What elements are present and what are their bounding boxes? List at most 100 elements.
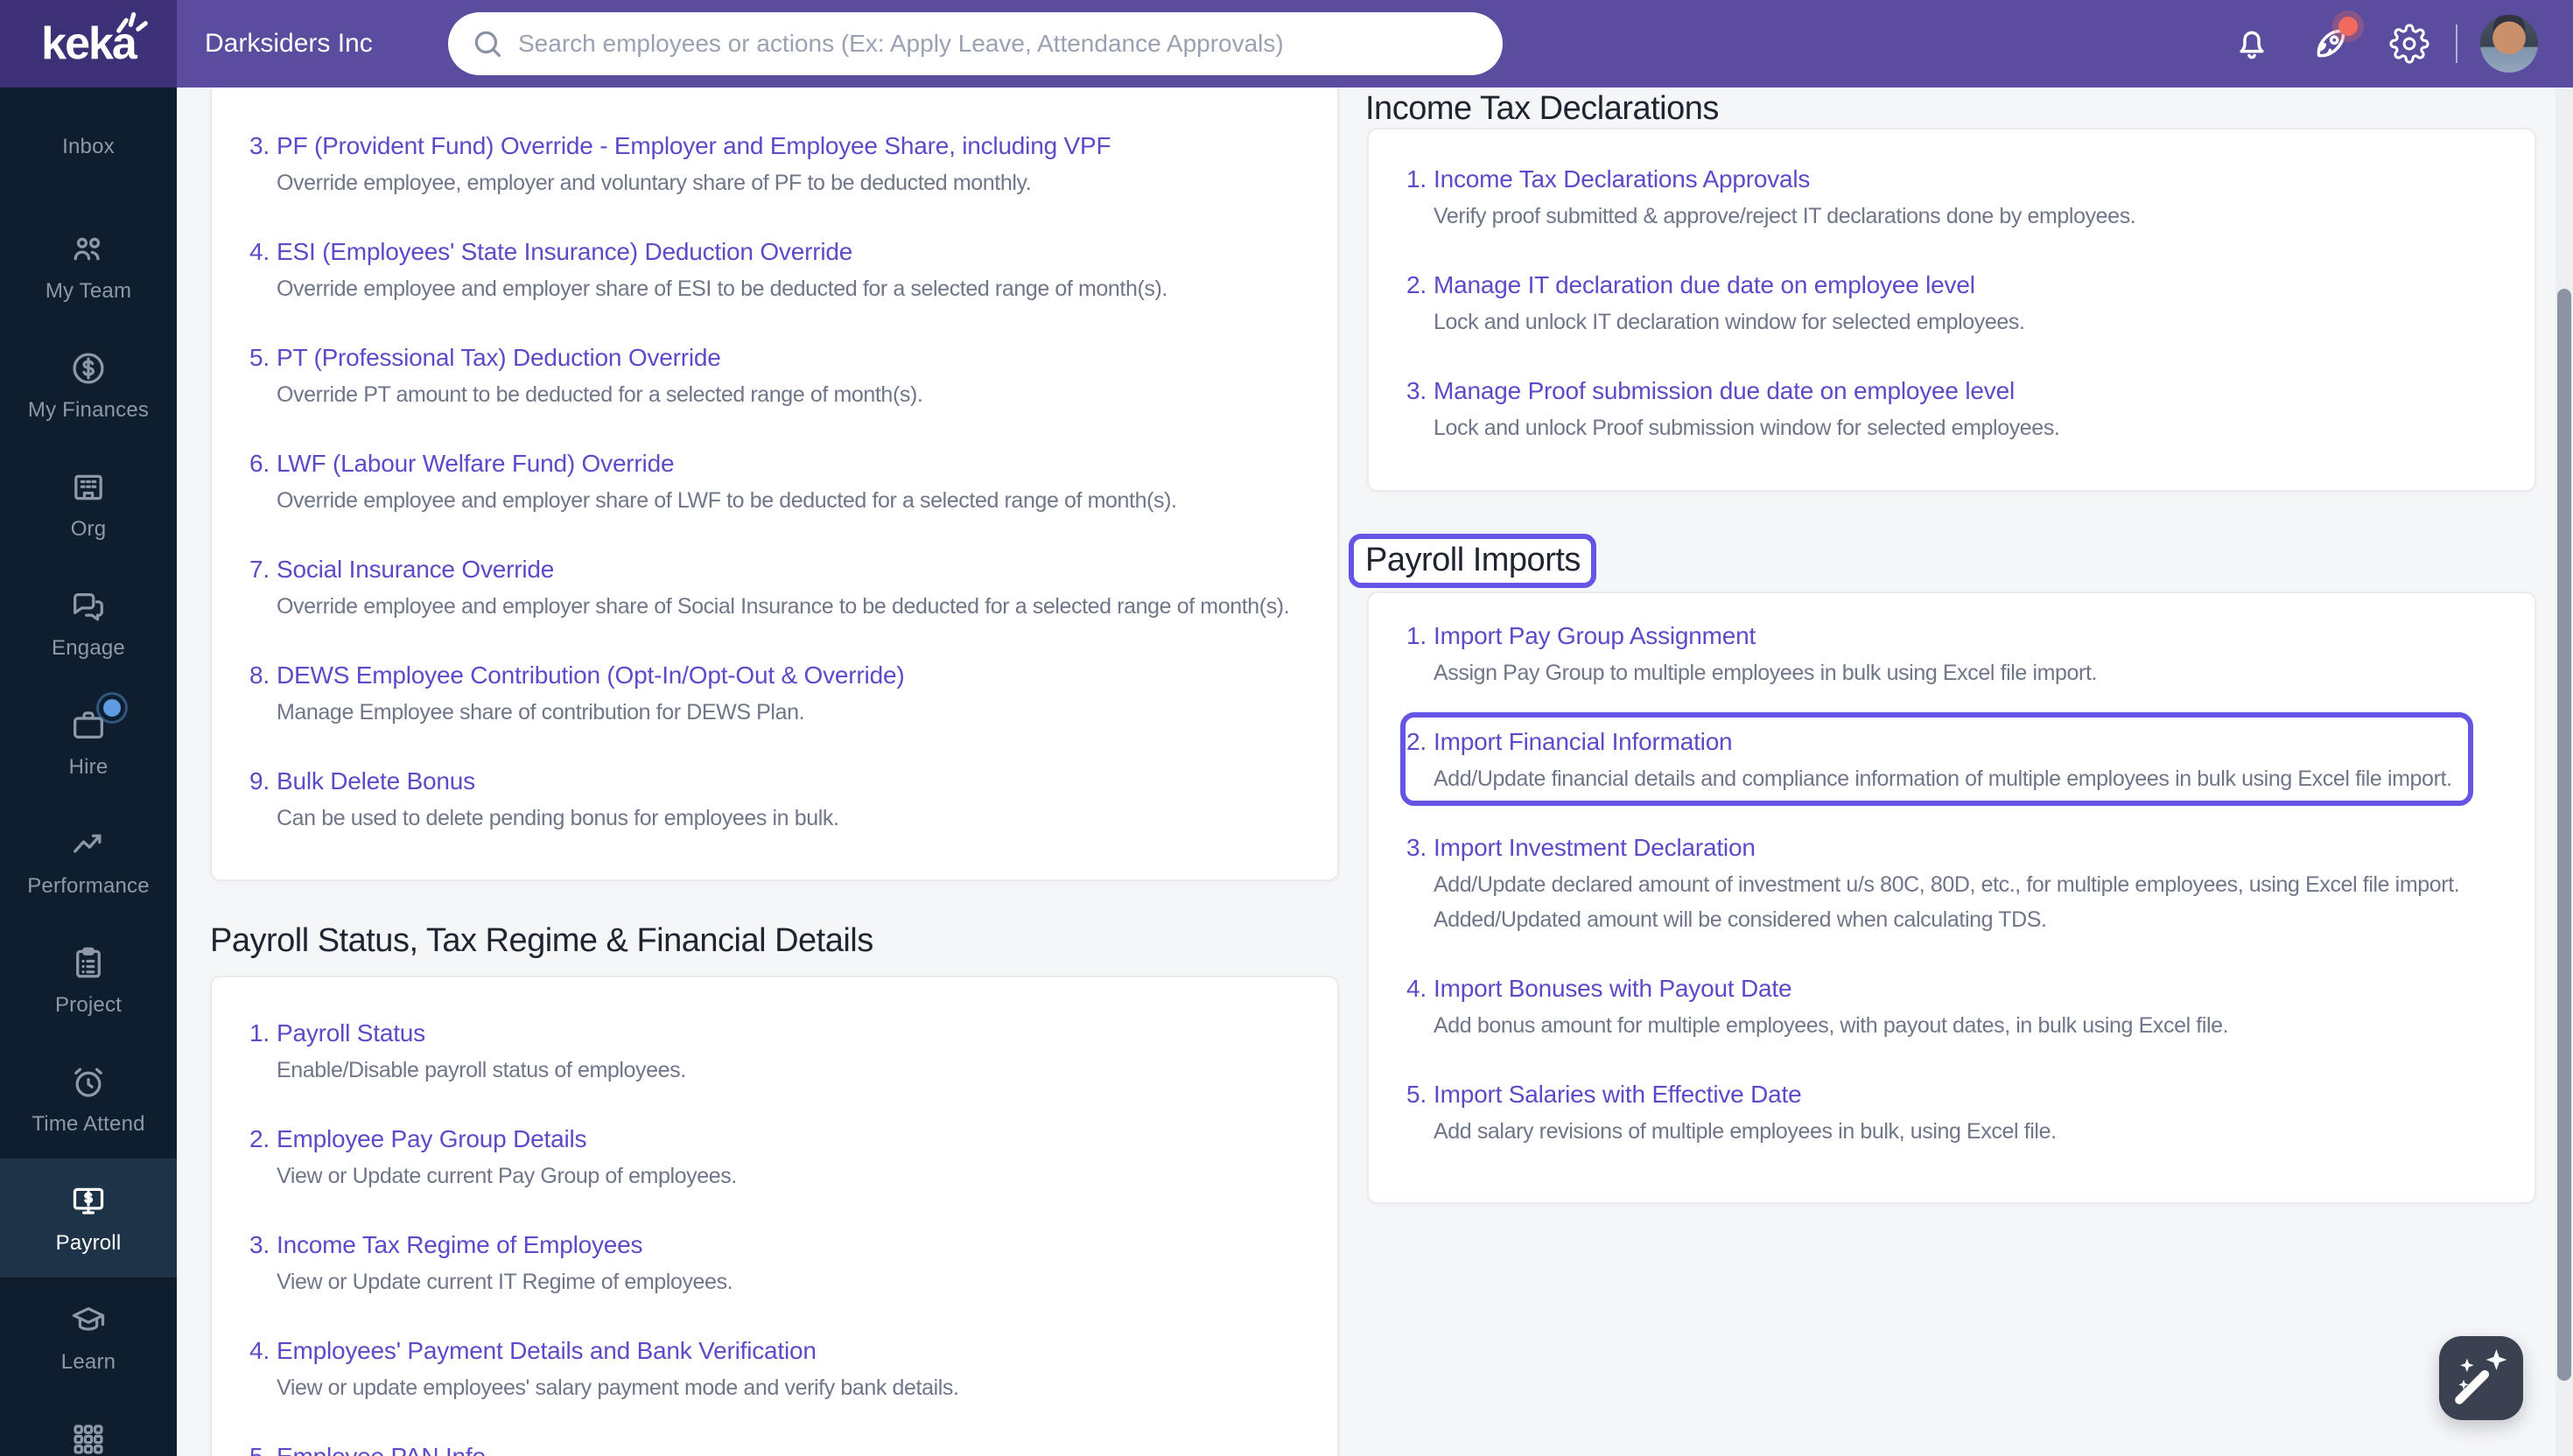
- item-link[interactable]: Employee Pay Group Details: [277, 1124, 586, 1154]
- item-description: Lock and unlock IT declaration window fo…: [1434, 307, 2025, 337]
- main-content: 3. PF (Provident Fund) Override - Employ…: [177, 88, 2573, 1456]
- item-number: 3.: [1390, 833, 1427, 934]
- sidebar-item-label: Time Attend: [32, 1112, 144, 1137]
- item-description: Lock and unlock Proof submission window …: [1434, 413, 2059, 443]
- sidebar-item-label: Project: [55, 993, 122, 1018]
- list-item: 5. PT (Professional Tax) Deduction Overr…: [233, 343, 1316, 410]
- item-number: 9.: [233, 766, 270, 833]
- item-link[interactable]: Employee PAN Info: [277, 1442, 486, 1456]
- sidebar-item-label: My Finances: [28, 398, 149, 423]
- gear-icon[interactable]: [2389, 24, 2429, 64]
- sidebar-item-label: Learn: [61, 1350, 116, 1375]
- item-link[interactable]: Income Tax Regime of Employees: [277, 1230, 642, 1260]
- item-description: Add/Update financial details and complia…: [1434, 764, 2452, 794]
- item-description: View or Update current Pay Group of empl…: [277, 1161, 737, 1191]
- page-section-heading: Payroll Imports: [1365, 541, 1581, 579]
- sidebar-item-label: Engage: [52, 636, 125, 661]
- sidebar-item-my-team[interactable]: My Team: [0, 206, 177, 326]
- list-item: 2. Manage IT declaration due date on emp…: [1390, 270, 2513, 337]
- list-item: 3. PF (Provident Fund) Override - Employ…: [233, 131, 1316, 198]
- sidebar-item-label: Performance: [27, 874, 150, 899]
- list-item: 4. ESI (Employees' State Insurance) Dedu…: [233, 237, 1316, 304]
- item-number: 5.: [233, 1442, 270, 1456]
- item-link[interactable]: Social Insurance Override: [277, 555, 554, 584]
- item-number: 3.: [1390, 376, 1427, 443]
- rocket-icon[interactable]: [2310, 24, 2351, 64]
- item-number: 4.: [233, 237, 270, 304]
- keka-logo[interactable]: keka: [0, 0, 177, 88]
- search-input[interactable]: [516, 29, 1489, 59]
- sidebar-item-time-attend[interactable]: Time Attend: [0, 1040, 177, 1158]
- item-link[interactable]: PF (Provident Fund) Override - Employer …: [277, 131, 1111, 161]
- sidebar-item-label: Hire: [69, 755, 109, 780]
- topbar-actions: [2193, 15, 2573, 73]
- company-name: Darksiders Inc: [205, 29, 373, 59]
- item-description: Override employee and employer share of …: [277, 486, 1177, 515]
- highlight-box: Payroll Imports: [1349, 534, 1596, 588]
- sidebar-item-apps[interactable]: Apps: [0, 1396, 177, 1456]
- item-description: View or update employees' salary payment…: [277, 1373, 959, 1403]
- magic-wand-fab[interactable]: [2439, 1336, 2523, 1420]
- highlighted-heading-box: Payroll Imports: [1349, 534, 1596, 588]
- sidebar-item-learn[interactable]: Learn: [0, 1278, 177, 1396]
- payroll-icon: [68, 1181, 109, 1222]
- item-link[interactable]: Manage IT declaration due date on employ…: [1434, 270, 1975, 300]
- item-link[interactable]: Import Investment Declaration: [1434, 833, 1756, 863]
- logo-spark-icon: [114, 11, 151, 41]
- global-search[interactable]: [448, 12, 1503, 75]
- sidebar-item-org[interactable]: Org: [0, 444, 177, 564]
- sidebar-item-hire[interactable]: Hire: [0, 682, 177, 802]
- project-icon: [68, 943, 109, 984]
- performance-icon: [68, 824, 109, 864]
- item-link[interactable]: PT (Professional Tax) Deduction Override: [277, 343, 721, 373]
- list-item: 2. Import Financial Information Add/Upda…: [1390, 727, 2513, 794]
- item-link[interactable]: DEWS Employee Contribution (Opt-In/Opt-O…: [277, 661, 904, 690]
- scrollbar-track: [2555, 88, 2573, 1456]
- payroll-imports-card: 1. Import Pay Group Assignment Assign Pa…: [1367, 592, 2536, 1204]
- item-link[interactable]: Employees' Payment Details and Bank Veri…: [277, 1336, 817, 1366]
- org-icon: [68, 467, 109, 508]
- item-link[interactable]: Income Tax Declarations Approvals: [1434, 164, 1810, 194]
- bell-icon[interactable]: [2232, 24, 2272, 64]
- left-column: 3. PF (Provident Fund) Override - Employ…: [210, 88, 1339, 1456]
- sidebar-item-payroll[interactable]: Payroll: [0, 1158, 177, 1278]
- sidebar-item-performance[interactable]: Performance: [0, 802, 177, 920]
- list-item: 1. Import Pay Group Assignment Assign Pa…: [1390, 621, 2513, 688]
- item-description: Manage Employee share of contribution fo…: [277, 697, 904, 727]
- sidebar-item-label: Payroll: [56, 1231, 122, 1256]
- sidebar-item-engage[interactable]: Engage: [0, 564, 177, 682]
- item-link[interactable]: Import Pay Group Assignment: [1434, 621, 1756, 651]
- item-description: Added/Updated amount will be considered …: [1434, 905, 2459, 934]
- item-link[interactable]: LWF (Labour Welfare Fund) Override: [277, 449, 674, 479]
- sidebar-item-label: My Team: [46, 279, 131, 304]
- search-icon: [471, 27, 504, 60]
- item-link[interactable]: Import Bonuses with Payout Date: [1434, 974, 1791, 1004]
- item-link[interactable]: Import Salaries with Effective Date: [1434, 1080, 1801, 1110]
- item-link[interactable]: Import Financial Information: [1434, 727, 1732, 757]
- engage-icon: [68, 586, 109, 626]
- item-number: 1.: [233, 1018, 270, 1085]
- item-link[interactable]: ESI (Employees' State Insurance) Deducti…: [277, 237, 852, 267]
- notification-dot: [2338, 17, 2358, 36]
- sidebar-item-inbox[interactable]: Inbox: [0, 88, 177, 206]
- list-item: 3. Manage Proof submission due date on e…: [1390, 376, 2513, 443]
- item-number: 2.: [233, 1124, 270, 1191]
- item-number: 2.: [1390, 727, 1427, 794]
- item-link[interactable]: Bulk Delete Bonus: [277, 766, 475, 796]
- item-description: Override employee, employer and voluntar…: [277, 168, 1111, 198]
- item-number: 3.: [233, 131, 270, 198]
- item-number: 2.: [1390, 270, 1427, 337]
- item-number: 6.: [233, 449, 270, 515]
- item-link[interactable]: Payroll Status: [277, 1018, 425, 1048]
- user-avatar[interactable]: [2480, 15, 2538, 73]
- overrides-card: 3. PF (Provident Fund) Override - Employ…: [210, 88, 1339, 881]
- sidebar-item-project[interactable]: Project: [0, 920, 177, 1040]
- list-item: 7. Social Insurance Override Override em…: [233, 555, 1316, 621]
- top-bar: keka Darksiders Inc: [0, 0, 2573, 88]
- item-link[interactable]: Manage Proof submission due date on empl…: [1434, 376, 2015, 406]
- sidebar-item-my-finances[interactable]: My Finances: [0, 326, 177, 444]
- scrollbar-thumb[interactable]: [2557, 289, 2571, 1381]
- item-description: View or Update current IT Regime of empl…: [277, 1267, 733, 1297]
- list-item: 3. Income Tax Regime of Employees View o…: [233, 1230, 1316, 1297]
- item-number: 7.: [233, 555, 270, 621]
